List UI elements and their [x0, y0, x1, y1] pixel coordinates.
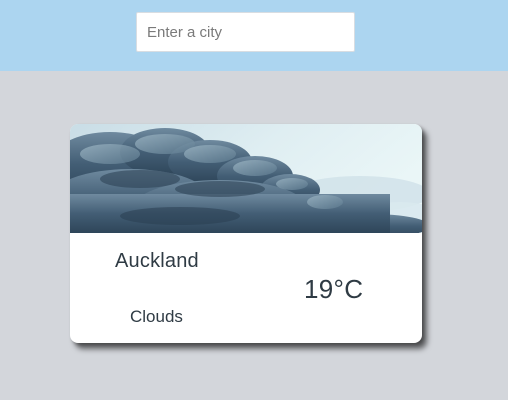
weather-card: Auckland 19°C Clouds — [70, 124, 422, 343]
clouds-image — [70, 124, 422, 233]
city-search-input[interactable] — [136, 12, 355, 52]
weather-condition: Clouds — [130, 307, 183, 326]
top-bar — [0, 0, 508, 71]
city-name: Auckland — [115, 250, 199, 272]
temperature-value: 19°C — [304, 274, 364, 304]
